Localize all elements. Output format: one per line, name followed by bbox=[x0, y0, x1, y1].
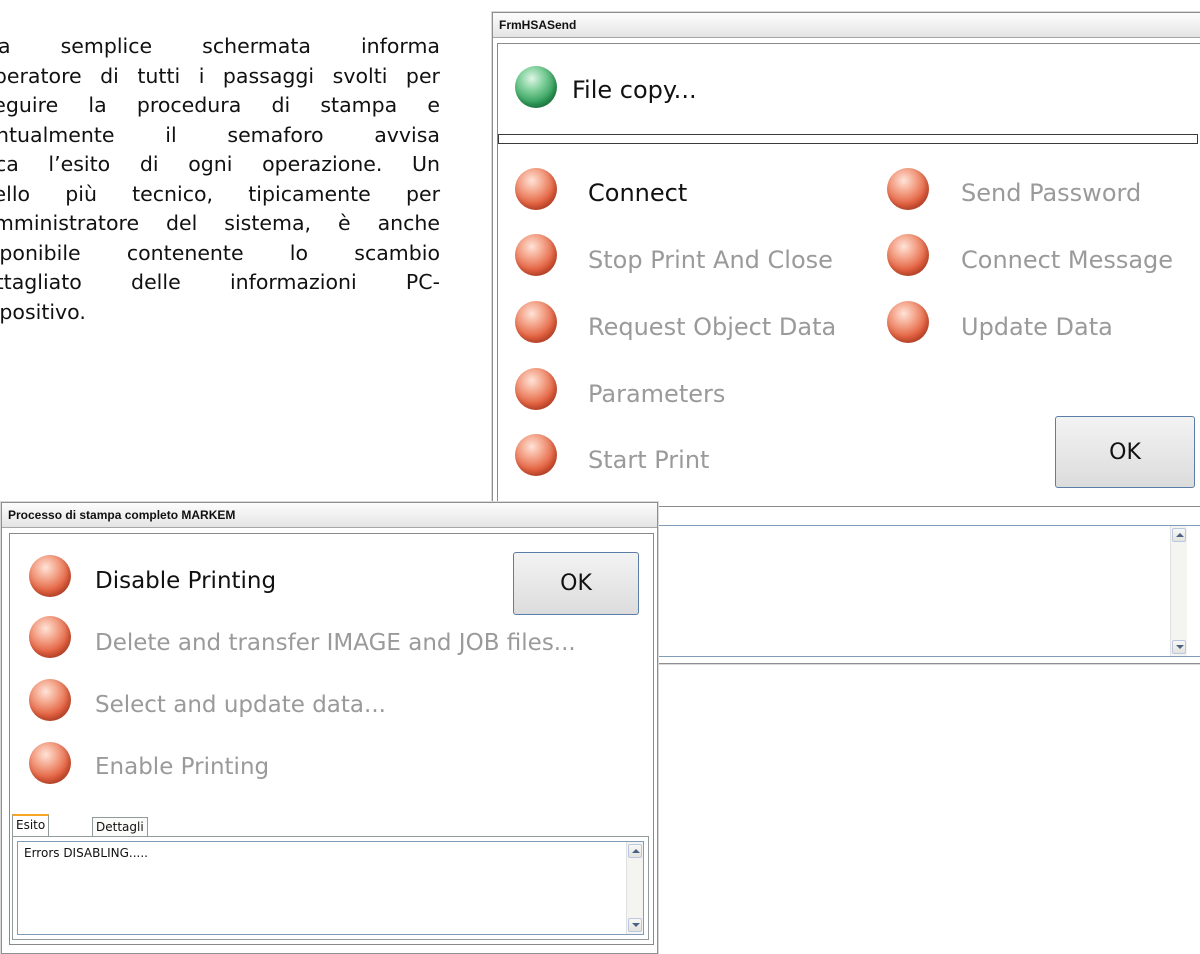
select-update-status-light bbox=[29, 679, 71, 721]
hsa-window-title: FrmHSASend bbox=[499, 18, 577, 32]
step-parameters-label: Parameters bbox=[588, 380, 726, 408]
step-update-data-label: Update Data bbox=[961, 313, 1113, 341]
markem-log-scrollbar[interactable] bbox=[626, 842, 643, 934]
hsa-window-titlebar[interactable]: FrmHSASend bbox=[493, 13, 1200, 38]
enable-printing-status-light bbox=[29, 742, 71, 784]
stop-print-status-light bbox=[515, 234, 557, 276]
doc-line: dettagliato delle informazioni PC- bbox=[0, 270, 440, 294]
parameters-status-light bbox=[515, 368, 557, 410]
step-connect-message-label: Connect Message bbox=[961, 246, 1174, 274]
file-copy-label: File copy... bbox=[572, 76, 697, 104]
tab-content-panel: Errors DISABLING..... bbox=[12, 836, 649, 940]
send-password-status-light bbox=[887, 168, 929, 210]
step-delete-transfer-label: Delete and transfer IMAGE and JOB files.… bbox=[95, 630, 576, 656]
step-disable-printing-label: Disable Printing bbox=[95, 568, 277, 594]
markem-ok-button[interactable]: OK bbox=[513, 552, 639, 615]
doc-paragraph: Una semplice schermata informa l'operato… bbox=[0, 32, 440, 327]
doc-line: l'operatore di tutti i passaggi svolti p… bbox=[0, 63, 440, 88]
doc-line: circa l’esito di ogni operazione. Un bbox=[0, 152, 440, 176]
scroll-up-button[interactable] bbox=[628, 844, 642, 858]
hsa-log-scrollbar[interactable] bbox=[1170, 526, 1187, 656]
markem-log-text: Errors DISABLING..... bbox=[24, 846, 148, 860]
hsa-ok-button[interactable]: OK bbox=[1055, 416, 1195, 488]
step-send-password-label: Send Password bbox=[961, 179, 1142, 207]
tab-dettagli[interactable]: Dettagli bbox=[92, 817, 148, 836]
update-data-status-light bbox=[887, 301, 929, 343]
step-stop-print-label: Stop Print And Close bbox=[588, 246, 833, 274]
doc-line: dispositivo. bbox=[0, 299, 86, 324]
doc-line: Una semplice schermata informa bbox=[0, 34, 440, 58]
file-copy-progress-bar bbox=[498, 134, 1198, 144]
connect-message-status-light bbox=[887, 234, 929, 276]
file-copy-status-light bbox=[515, 66, 557, 108]
doc-line: puntualmente il semaforo avvisa bbox=[0, 122, 440, 147]
request-object-status-light bbox=[515, 301, 557, 343]
doc-line: livello più tecnico, tipicamente per bbox=[0, 181, 440, 206]
markem-window-title: Processo di stampa completo MARKEM bbox=[8, 508, 236, 522]
markem-main-panel: Disable Printing Delete and transfer IMA… bbox=[9, 533, 654, 945]
scroll-down-button[interactable] bbox=[1172, 640, 1186, 654]
scroll-up-button[interactable] bbox=[1172, 528, 1186, 542]
tab-esito[interactable]: Esito bbox=[12, 814, 50, 836]
markem-process-window: Processo di stampa completo MARKEM Disab… bbox=[1, 502, 658, 954]
doc-line: disponibile contenente lo scambio bbox=[0, 240, 440, 265]
doc-line: l'amministratore del sistema, è anche bbox=[0, 211, 440, 235]
delete-transfer-status-light bbox=[29, 616, 71, 658]
disable-printing-status-light bbox=[29, 555, 71, 597]
step-connect-label: Connect bbox=[588, 179, 688, 207]
markem-window-titlebar[interactable]: Processo di stampa completo MARKEM bbox=[2, 503, 657, 528]
doc-line: eseguire la procedura di stampa e bbox=[0, 93, 440, 117]
step-start-print-label: Start Print bbox=[588, 446, 710, 474]
step-enable-printing-label: Enable Printing bbox=[95, 754, 270, 780]
markem-log-textarea[interactable]: Errors DISABLING..... bbox=[17, 841, 644, 935]
hsa-main-panel: File copy... Connect Send Password Stop … bbox=[497, 43, 1200, 507]
step-request-object-label: Request Object Data bbox=[588, 313, 837, 341]
connect-status-light bbox=[515, 168, 557, 210]
step-select-update-label: Select and update data... bbox=[95, 692, 386, 718]
start-print-status-light bbox=[515, 434, 557, 476]
scroll-down-button[interactable] bbox=[628, 918, 642, 932]
